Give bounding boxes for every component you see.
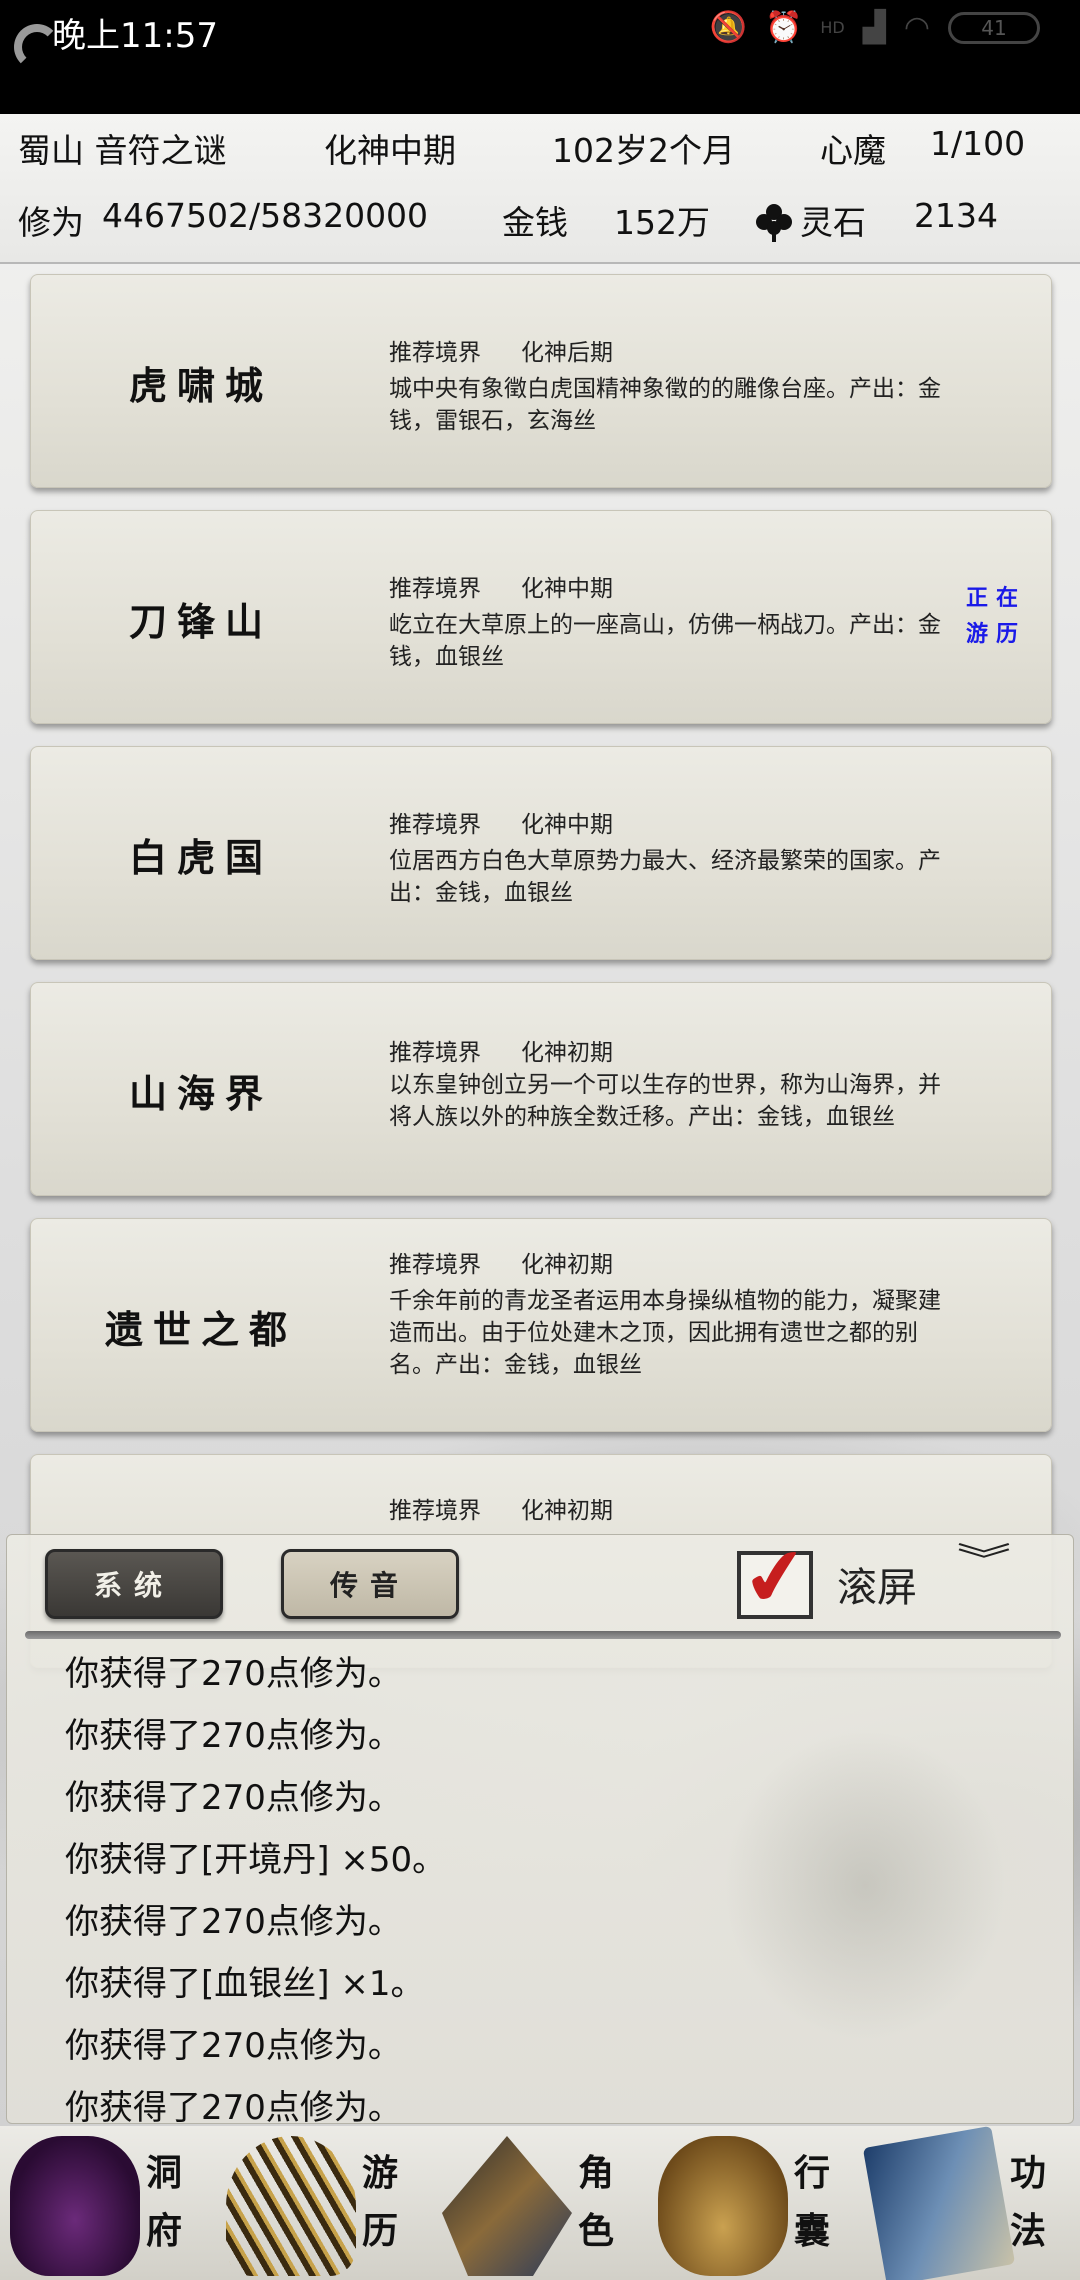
- log-message: 你获得了270点修为。: [65, 1778, 402, 1818]
- location-name: 刀锋山: [128, 598, 273, 644]
- nav-item-skills[interactable]: 功法: [862, 2125, 1080, 2280]
- location-description: 屹立在大草原上的一座高山，仿佛一柄战刀。产出：金钱，血银丝: [389, 612, 941, 670]
- money-label: 金钱: [502, 203, 568, 242]
- panel-ink-wash: [613, 1655, 1033, 2115]
- location-card[interactable]: 刀锋山 推荐境界 化神中期 屹立在大草原上的一座高山，仿佛一柄战刀。产出：金钱，血…: [30, 510, 1052, 724]
- message-panel: 系统 传音 ✔ 滚屏 ︾ 你获得了270点修为。 你获得了270点修为。 你获得…: [6, 1529, 1074, 2128]
- recommended-realm: 推荐境界 化神初期: [389, 1040, 613, 1066]
- log-message: 你获得了270点修为。: [65, 1902, 402, 1942]
- panel-divider: [25, 1631, 1061, 1639]
- location-name: 白虎国: [128, 834, 273, 880]
- location-description: 以东皇钟创立另一个可以生存的世界，称为山海界，并将人族以外的种族全数迁移。产出：…: [389, 1072, 941, 1130]
- location-name: 山海界: [128, 1070, 273, 1116]
- log-message: 你获得了270点修为。: [65, 2026, 402, 2066]
- nav-label: 游历: [362, 2152, 399, 2252]
- cultivation-label: 修为: [18, 203, 84, 242]
- network-label: HD: [820, 18, 845, 37]
- checkmark-icon: ✔: [737, 1528, 815, 1628]
- log-message: 你获得了[开境丹] ×50。: [65, 1840, 447, 1880]
- treasure-bag-icon: [10, 2136, 140, 2276]
- spirit-stone-label: 灵石: [800, 203, 866, 242]
- visiting-badge: 正在游历: [965, 586, 1026, 647]
- system-tab-button[interactable]: 系统: [45, 1549, 223, 1619]
- battery-indicator: 41: [948, 11, 1040, 44]
- log-message: 你获得了270点修为。: [65, 1654, 402, 1694]
- location-description: 城中央有象徵白虎国精神象徵的的雕像台座。产出：金钱，雷银石，玄海丝: [389, 376, 941, 434]
- location-card[interactable]: 白虎国 推荐境界 化神中期 位居西方白色大草原势力最大、经济最繁荣的国家。产出：金…: [30, 746, 1052, 960]
- status-icons: 🔕 ⏰ HD ▟ ◠ 41: [710, 10, 1040, 45]
- location-card[interactable]: 山海界 推荐境界 化神初期 以东皇钟创立另一个可以生存的世界，称为山海界，并将人族…: [30, 982, 1052, 1196]
- nav-label: 角色: [578, 2152, 615, 2252]
- cultivation-value: 4467502/58320000: [102, 196, 429, 235]
- sack-icon: [658, 2136, 788, 2276]
- brush-icon: [226, 2136, 356, 2276]
- nav-label: 洞府: [146, 2152, 183, 2252]
- recommended-realm: 推荐境界 化神后期: [389, 340, 613, 366]
- location-text: 蜀山 音符之谜: [18, 131, 227, 170]
- nav-label: 功法: [1010, 2152, 1047, 2252]
- location-name: 虎啸城: [128, 362, 273, 408]
- location-description: 千余年前的青龙圣者运用本身操纵植物的能力，凝聚建造而出。由于位处建木之顶，因此拥…: [389, 1288, 941, 1378]
- money-value: 152万: [614, 203, 710, 242]
- location-card[interactable]: 虎啸城 推荐境界 化神后期 城中央有象徵白虎国精神象徵的的雕像台座。产出：金钱，雷…: [30, 274, 1052, 488]
- voice-tab-button[interactable]: 传音: [281, 1549, 459, 1619]
- heart-demon-value: 1/100: [930, 124, 1026, 163]
- bottom-nav: 洞府 游历 角色 行囊 功法: [0, 2125, 1080, 2280]
- wifi-icon: ◠: [903, 10, 930, 45]
- log-message: 你获得了[血银丝] ×1。: [65, 1964, 425, 2004]
- signal-icon: ▟: [862, 10, 886, 45]
- heart-demon-label: 心魔: [820, 131, 886, 170]
- status-time: 晚上11:57: [52, 16, 218, 56]
- age-text: 102岁2个月: [552, 131, 735, 170]
- mute-icon: 🔕: [709, 10, 748, 45]
- spirit-stone-value: 2134: [914, 196, 998, 235]
- location-card[interactable]: 遗世之都 推荐境界 化神初期 千余年前的青龙圣者运用本身操纵植物的能力，凝聚建造而…: [30, 1218, 1052, 1432]
- recommended-realm: 推荐境界 化神初期: [389, 1252, 613, 1278]
- log-message: 你获得了270点修为。: [65, 1716, 402, 1756]
- location-description: 位居西方白色大草原势力最大、经济最繁荣的国家。产出：金钱，血银丝: [389, 848, 941, 906]
- auto-scroll-label: 滚屏: [837, 1565, 917, 1611]
- nav-label: 行囊: [794, 2152, 831, 2252]
- recommended-realm: 推荐境界 化神初期: [389, 1498, 613, 1524]
- nav-item-travel[interactable]: 游历: [216, 2126, 432, 2280]
- nav-item-cave[interactable]: 洞府: [0, 2126, 216, 2280]
- spirit-stone-icon: [756, 204, 792, 242]
- realm-text: 化神中期: [324, 131, 456, 170]
- book-icon: [862, 2125, 1016, 2280]
- straw-hat-icon: [442, 2136, 572, 2276]
- location-name: 遗世之都: [104, 1306, 297, 1352]
- player-info-header: 蜀山 音符之谜 化神中期 102岁2个月 心魔 1/100 修为 4467502…: [0, 114, 1080, 264]
- alarm-icon: ⏰: [765, 10, 803, 45]
- recommended-realm: 推荐境界 化神中期: [389, 812, 613, 838]
- nav-item-bag[interactable]: 行囊: [648, 2126, 864, 2280]
- recommended-realm: 推荐境界 化神中期: [389, 576, 613, 602]
- status-bar: 晚上11:57 🔕 ⏰ HD ▟ ◠ 41: [0, 0, 1080, 114]
- collapse-chevron-icon[interactable]: ︾: [957, 1544, 1011, 1578]
- nav-item-character[interactable]: 角色: [432, 2126, 648, 2280]
- message-log[interactable]: 你获得了270点修为。 你获得了270点修为。 你获得了270点修为。 你获得了…: [65, 1643, 446, 2139]
